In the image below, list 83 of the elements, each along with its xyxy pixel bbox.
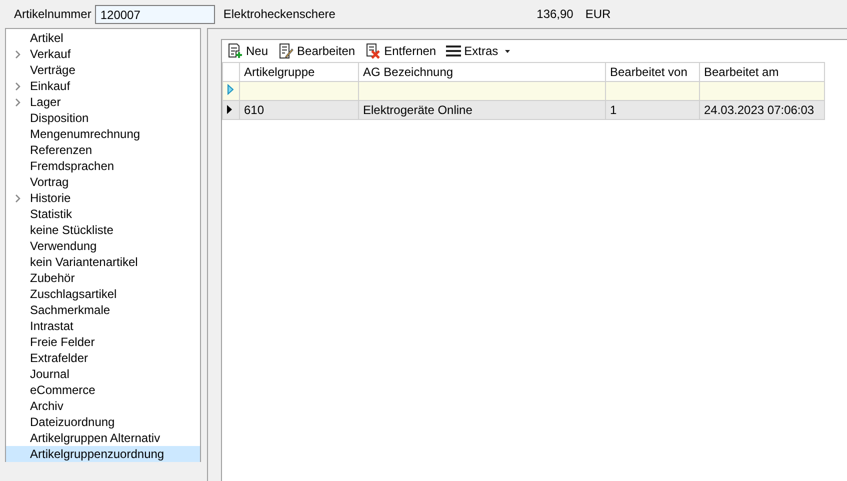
toolbar-button[interactable]: Neu [227,43,268,59]
new-row-arrow-icon [227,84,234,95]
sidebar-item-label: Archiv [30,399,64,413]
sidebar-item-label: Vortrag [30,175,69,189]
delete-document-icon [365,43,382,59]
sidebar-item[interactable]: Zuschlagsartikel [6,286,200,302]
table-cell: Elektrogeräte Online [358,100,606,120]
sidebar-item-label: Verträge [30,63,76,77]
sidebar-item-label: Statistik [30,207,72,221]
sidebar-item-label: Zubehör [30,271,75,285]
sidebar-item-label: Referenzen [30,143,92,157]
add-document-icon [227,43,243,59]
sidebar-item[interactable]: Verwendung [6,238,200,254]
sidebar-item[interactable]: Referenzen [6,142,200,158]
sidebar-item[interactable]: keine Stückliste [6,222,200,238]
sidebar-item-label: Einkauf [30,79,70,93]
sidebar-item-label: Fremdsprachen [30,159,114,173]
sidebar-item[interactable]: Historie [6,190,200,206]
article-number-field[interactable]: 120007 [95,4,216,24]
sidebar-item[interactable]: Artikel [6,30,200,46]
sidebar-item-label: Verwendung [30,239,97,253]
sidebar-item[interactable]: Statistik [6,206,200,222]
row-header[interactable] [222,100,240,120]
field-label: Artikelnummer [14,7,92,21]
sidebar-item-label: Extrafelder [30,351,88,365]
sidebar-item[interactable]: Mengenumrechnung [6,126,200,142]
sidebar-item[interactable]: Vortrag [6,174,200,190]
chevron-icon[interactable] [15,82,21,90]
sidebar-item[interactable]: kein Variantenartikel [6,254,200,270]
sidebar-item[interactable]: Lager [6,94,200,110]
sidebar-item-label: Zuschlagsartikel [30,287,117,301]
article-description: Elektroheckenschere [223,7,336,21]
column-header[interactable]: Artikelgruppe [240,62,358,82]
sidebar-item-label: kein Variantenartikel [30,255,138,269]
sidebar-item-label: Historie [30,191,71,205]
sidebar-item-label: Sachmerkmale [30,303,110,317]
sidebar-item-label: Journal [30,367,70,381]
sidebar-item-label: Artikelgruppenzuordnung [30,447,164,461]
sidebar-item[interactable]: Extrafelder [6,350,200,366]
sidebar-item[interactable]: Fremdsprachen [6,158,200,174]
sidebar-item[interactable]: eCommerce [6,382,200,398]
sidebar-item-label: Freie Felder [30,335,95,349]
current-row-arrow-icon [227,105,232,114]
sidebar-item[interactable]: Verkauf [6,46,200,62]
sidebar-item-label: Verkauf [30,47,71,61]
sidebar-item[interactable]: Verträge [6,62,200,78]
sidebar-item[interactable]: Freie Felder [6,334,200,350]
sidebar-item[interactable]: Dateizuordnung [6,414,200,430]
sidebar-item-label: Artikel [30,31,64,45]
toolbar-button[interactable]: Bearbeiten [278,43,356,59]
table-cell: 24.03.2023 07:06:03 [700,100,824,120]
sidebar-item-label: Mengenumrechnung [30,127,140,141]
sidebar-item[interactable]: Archiv [6,398,200,414]
menu-icon [446,45,462,57]
sidebar-item[interactable]: Einkauf [6,78,200,94]
table-cell: 1 [606,100,700,120]
chevron-icon[interactable] [15,194,21,202]
chevron-icon[interactable] [15,98,21,106]
sidebar-item[interactable]: Disposition [6,110,200,126]
table-cell: 610 [240,100,358,120]
column-header[interactable]: Bearbeitet von [606,62,700,82]
chevron-icon[interactable] [15,50,21,58]
sidebar-item-label: keine Stückliste [30,223,114,237]
column-header[interactable]: Bearbeitet am [700,62,824,82]
sidebar-item[interactable]: Journal [6,366,200,382]
sidebar-item[interactable]: Intrastat [6,318,200,334]
sidebar-item[interactable]: Artikelgruppen Alternativ [6,430,200,446]
sidebar-item[interactable]: Zubehör [6,270,200,286]
toolbar-button[interactable]: Extras [446,44,510,58]
sidebar-item-label: Artikelgruppen Alternativ [30,431,160,445]
sidebar-item-label: Dateizuordnung [30,415,115,429]
sidebar-item-label: eCommerce [30,383,96,397]
sidebar-item[interactable]: Sachmerkmale [6,302,200,318]
toolbar-button[interactable]: Entfernen [365,43,436,59]
sidebar-item-label: Intrastat [30,319,74,333]
sidebar-item-label: Lager [30,95,61,109]
dropdown-caret-icon [505,50,510,52]
sidebar-item[interactable]: Artikelgruppenzuordnung [6,446,200,462]
column-header[interactable]: AG Bezeichnung [358,62,606,82]
edit-document-icon [278,43,294,59]
sidebar-item-label: Disposition [30,111,89,125]
currency-label: EUR [585,7,611,21]
price-value: 136,90 [536,7,574,21]
